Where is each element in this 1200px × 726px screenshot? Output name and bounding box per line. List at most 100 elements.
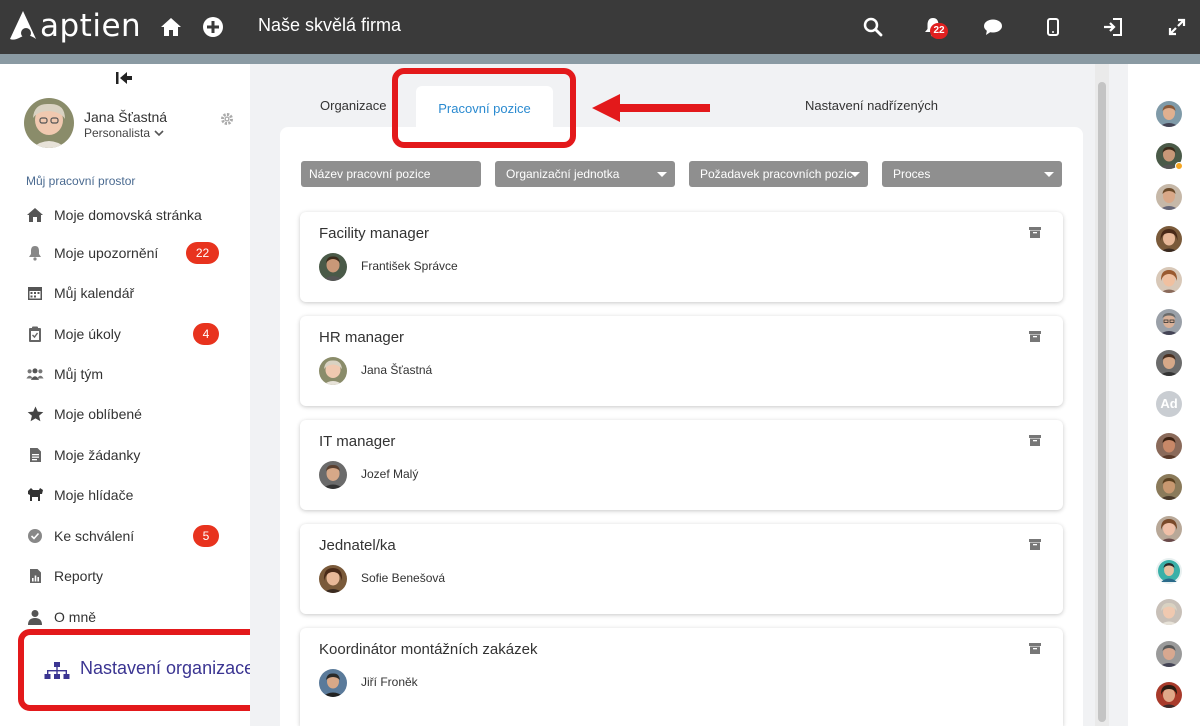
person-avatar: [319, 253, 347, 281]
position-title[interactable]: HR manager: [319, 329, 404, 346]
sidebar-item-label: Můj tým: [54, 366, 103, 382]
arrow-pointer-icon: [592, 94, 710, 122]
filter-process[interactable]: Proces: [882, 161, 1062, 187]
position-title[interactable]: Facility manager: [319, 225, 429, 242]
sidebar-item-tasks[interactable]: Moje úkoly 4: [0, 316, 250, 352]
position-card[interactable]: Koordinátor montážních zakázek Jiří Fron…: [300, 628, 1063, 726]
caret-down-icon: [1044, 172, 1054, 177]
person-name[interactable]: Sofie Benešová: [361, 571, 445, 585]
filter-position-name[interactable]: Název pracovní pozice: [301, 161, 481, 187]
profile-settings-button[interactable]: [220, 112, 234, 126]
filter-org-unit[interactable]: Organizační jednotka: [495, 161, 675, 187]
user-avatar[interactable]: [1156, 226, 1182, 252]
user-avatar[interactable]: [1156, 101, 1182, 127]
position-card[interactable]: Facility manager František Správce: [300, 212, 1063, 302]
person-name[interactable]: Jiří Froněk: [361, 675, 418, 689]
calendar-icon: [26, 284, 44, 302]
gear-icon: [221, 113, 233, 125]
sidebar-item-watchers[interactable]: Moje hlídače: [0, 477, 250, 513]
tab-nastaveni-nadrizenych[interactable]: Nastavení nadřízených: [805, 98, 938, 113]
person-avatar: [319, 669, 347, 697]
bell-icon: [26, 244, 44, 262]
add-button[interactable]: [200, 14, 226, 40]
profile-name[interactable]: Jana Šťastná: [84, 109, 167, 125]
user-avatar[interactable]: [1156, 558, 1182, 584]
notifications-count-badge: 22: [186, 242, 219, 264]
user-avatar-initials[interactable]: Ad: [1156, 391, 1182, 417]
archive-icon[interactable]: [1029, 227, 1041, 238]
filter-position-request-label: Požadavek pracovních pozic: [700, 167, 853, 181]
sidebar-item-approvals[interactable]: Ke schválení 5: [0, 518, 250, 554]
report-icon: [26, 567, 44, 585]
person-name[interactable]: Jozef Malý: [361, 467, 418, 481]
search-button[interactable]: [860, 14, 886, 40]
document-icon: [26, 446, 44, 464]
filter-org-unit-label: Organizační jednotka: [506, 167, 620, 181]
check-circle-icon: [26, 527, 44, 545]
search-icon: [863, 17, 883, 37]
clipboard-icon: [26, 325, 44, 343]
sidebar-item-label: Reporty: [54, 568, 104, 584]
content-scrollbar-thumb[interactable]: [1098, 82, 1106, 722]
user-avatar[interactable]: [1156, 599, 1182, 625]
sidebar-item-notifications[interactable]: Moje upozornění 22: [0, 235, 250, 271]
org-chart-icon: [44, 661, 70, 681]
org-settings-button[interactable]: Nastavení organizace: [18, 629, 280, 711]
sidebar-item-label: Moje domovská stránka: [54, 207, 202, 223]
plus-circle-icon: [203, 17, 223, 37]
user-avatar[interactable]: [1156, 267, 1182, 293]
dog-icon: [26, 486, 44, 504]
archive-icon[interactable]: [1029, 435, 1041, 446]
user-avatar[interactable]: [1156, 184, 1182, 210]
sidebar-item-requests[interactable]: Moje žádanky: [0, 437, 250, 473]
sidebar-item-team[interactable]: Můj tým: [0, 356, 250, 392]
sidebar-item-reports[interactable]: Reporty: [0, 558, 250, 594]
top-bar: aptien Naše skvělá firma 22: [0, 0, 1200, 54]
sidebar-item-favorites[interactable]: Moje oblíbené: [0, 396, 250, 432]
collapse-sidebar-button[interactable]: [114, 70, 134, 86]
chat-button[interactable]: [980, 14, 1006, 40]
tab-organizace[interactable]: Organizace: [320, 98, 386, 113]
position-card[interactable]: IT manager Jozef Malý: [300, 420, 1063, 510]
sidebar-item-home[interactable]: Moje domovská stránka: [0, 197, 250, 233]
top-bar-stripe: [0, 54, 1200, 64]
logout-icon: [1104, 18, 1122, 36]
position-card[interactable]: HR manager Jana Šťastná: [300, 316, 1063, 406]
mobile-icon: [1047, 18, 1059, 36]
filter-process-label: Proces: [893, 167, 931, 181]
star-icon: [26, 405, 44, 423]
logo-text: aptien: [40, 8, 142, 44]
archive-icon[interactable]: [1029, 331, 1041, 342]
fullscreen-button[interactable]: [1164, 14, 1190, 40]
app-title: Naše skvělá firma: [258, 15, 402, 35]
position-title[interactable]: Jednatel/ka: [319, 537, 396, 554]
aptien-logo[interactable]: aptien: [8, 6, 141, 46]
person-name[interactable]: František Správce: [361, 259, 458, 273]
user-avatar[interactable]: [1156, 474, 1182, 500]
user-avatar[interactable]: [1156, 433, 1182, 459]
caret-down-icon: [657, 172, 667, 177]
filter-position-request[interactable]: Požadavek pracovních pozic: [689, 161, 868, 187]
position-title[interactable]: Koordinátor montážních zakázek: [319, 641, 537, 658]
position-card[interactable]: Jednatel/ka Sofie Benešová: [300, 524, 1063, 614]
sidebar-item-label: Moje úkoly: [54, 326, 121, 342]
user-avatar[interactable]: [1156, 641, 1182, 667]
person-name[interactable]: Jana Šťastná: [361, 363, 432, 377]
workspace-section-label: Můj pracovní prostor: [26, 174, 136, 188]
profile-avatar[interactable]: [24, 98, 74, 148]
person-avatar: [319, 357, 347, 385]
archive-icon[interactable]: [1029, 539, 1041, 550]
archive-icon[interactable]: [1029, 643, 1041, 654]
user-avatar[interactable]: [1156, 682, 1182, 708]
logout-button[interactable]: [1100, 14, 1126, 40]
user-avatar[interactable]: [1156, 309, 1182, 335]
profile-role-selector[interactable]: Personalista: [84, 126, 164, 140]
approvals-count-badge: 5: [193, 525, 219, 547]
user-avatar[interactable]: [1156, 350, 1182, 376]
home-button[interactable]: [158, 14, 184, 40]
expand-icon: [1168, 18, 1186, 36]
user-avatar[interactable]: [1156, 516, 1182, 542]
position-title[interactable]: IT manager: [319, 433, 395, 450]
sidebar-item-calendar[interactable]: Můj kalendář: [0, 275, 250, 311]
mobile-button[interactable]: [1040, 14, 1066, 40]
